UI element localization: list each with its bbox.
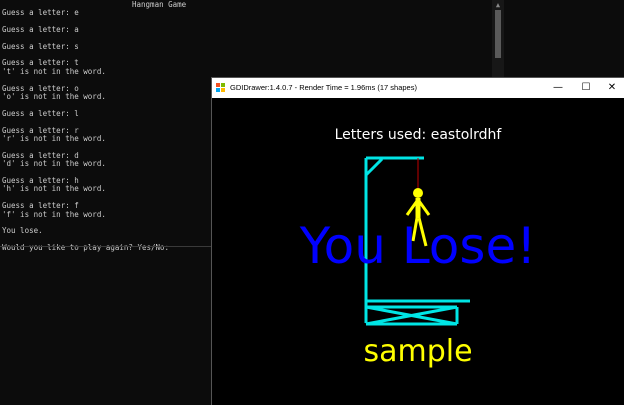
console-line: Guess a letter: e (2, 8, 79, 17)
figure-head (413, 188, 423, 198)
game-over-message: You Lose! (299, 217, 537, 275)
console-line: Guess a letter: s (2, 41, 79, 51)
console-line: Guess a letter: l (2, 108, 79, 118)
console-line: You lose. (2, 226, 43, 236)
minimize-button[interactable]: — (544, 78, 572, 98)
console-divider (0, 246, 212, 247)
console-line: Guess a letter: a (2, 24, 79, 34)
drawing-canvas[interactable]: Letters used: eastolrdhf You Lose! sampl… (212, 98, 624, 405)
console-line: 'f' is not in the word. (2, 209, 106, 219)
app-icon (216, 83, 226, 93)
console-line: 'd' is not in the word. (2, 159, 106, 169)
console-line: 'h' is not in the word. (2, 184, 106, 194)
scroll-thumb[interactable] (495, 10, 501, 58)
letters-used-label: Letters used: eastolrdhf (334, 127, 502, 143)
console-line: Would you like to play again? Yes/No: (2, 243, 170, 253)
console-line: 'o' is not in the word. (2, 92, 106, 101)
window-title: GDIDrawer:1.4.0.7 - Render Time = 1.96ms… (230, 83, 417, 92)
maximize-button[interactable]: ☐ (572, 78, 600, 98)
scroll-up-icon[interactable]: ▲ (492, 0, 504, 10)
secret-word: sample (363, 334, 473, 369)
console-scrollbar[interactable]: ▲ (492, 0, 504, 80)
close-button[interactable]: ✕ (598, 78, 624, 98)
console-title: Hangman Game (132, 0, 187, 9)
console-line: 't' is not in the word. (2, 66, 106, 76)
gallows-brace (364, 157, 384, 177)
console-line: 'r' is not in the word. (2, 134, 106, 143)
gdi-drawer-window: GDIDrawer:1.4.0.7 - Render Time = 1.96ms… (212, 78, 624, 405)
title-bar[interactable]: GDIDrawer:1.4.0.7 - Render Time = 1.96ms… (212, 78, 624, 98)
